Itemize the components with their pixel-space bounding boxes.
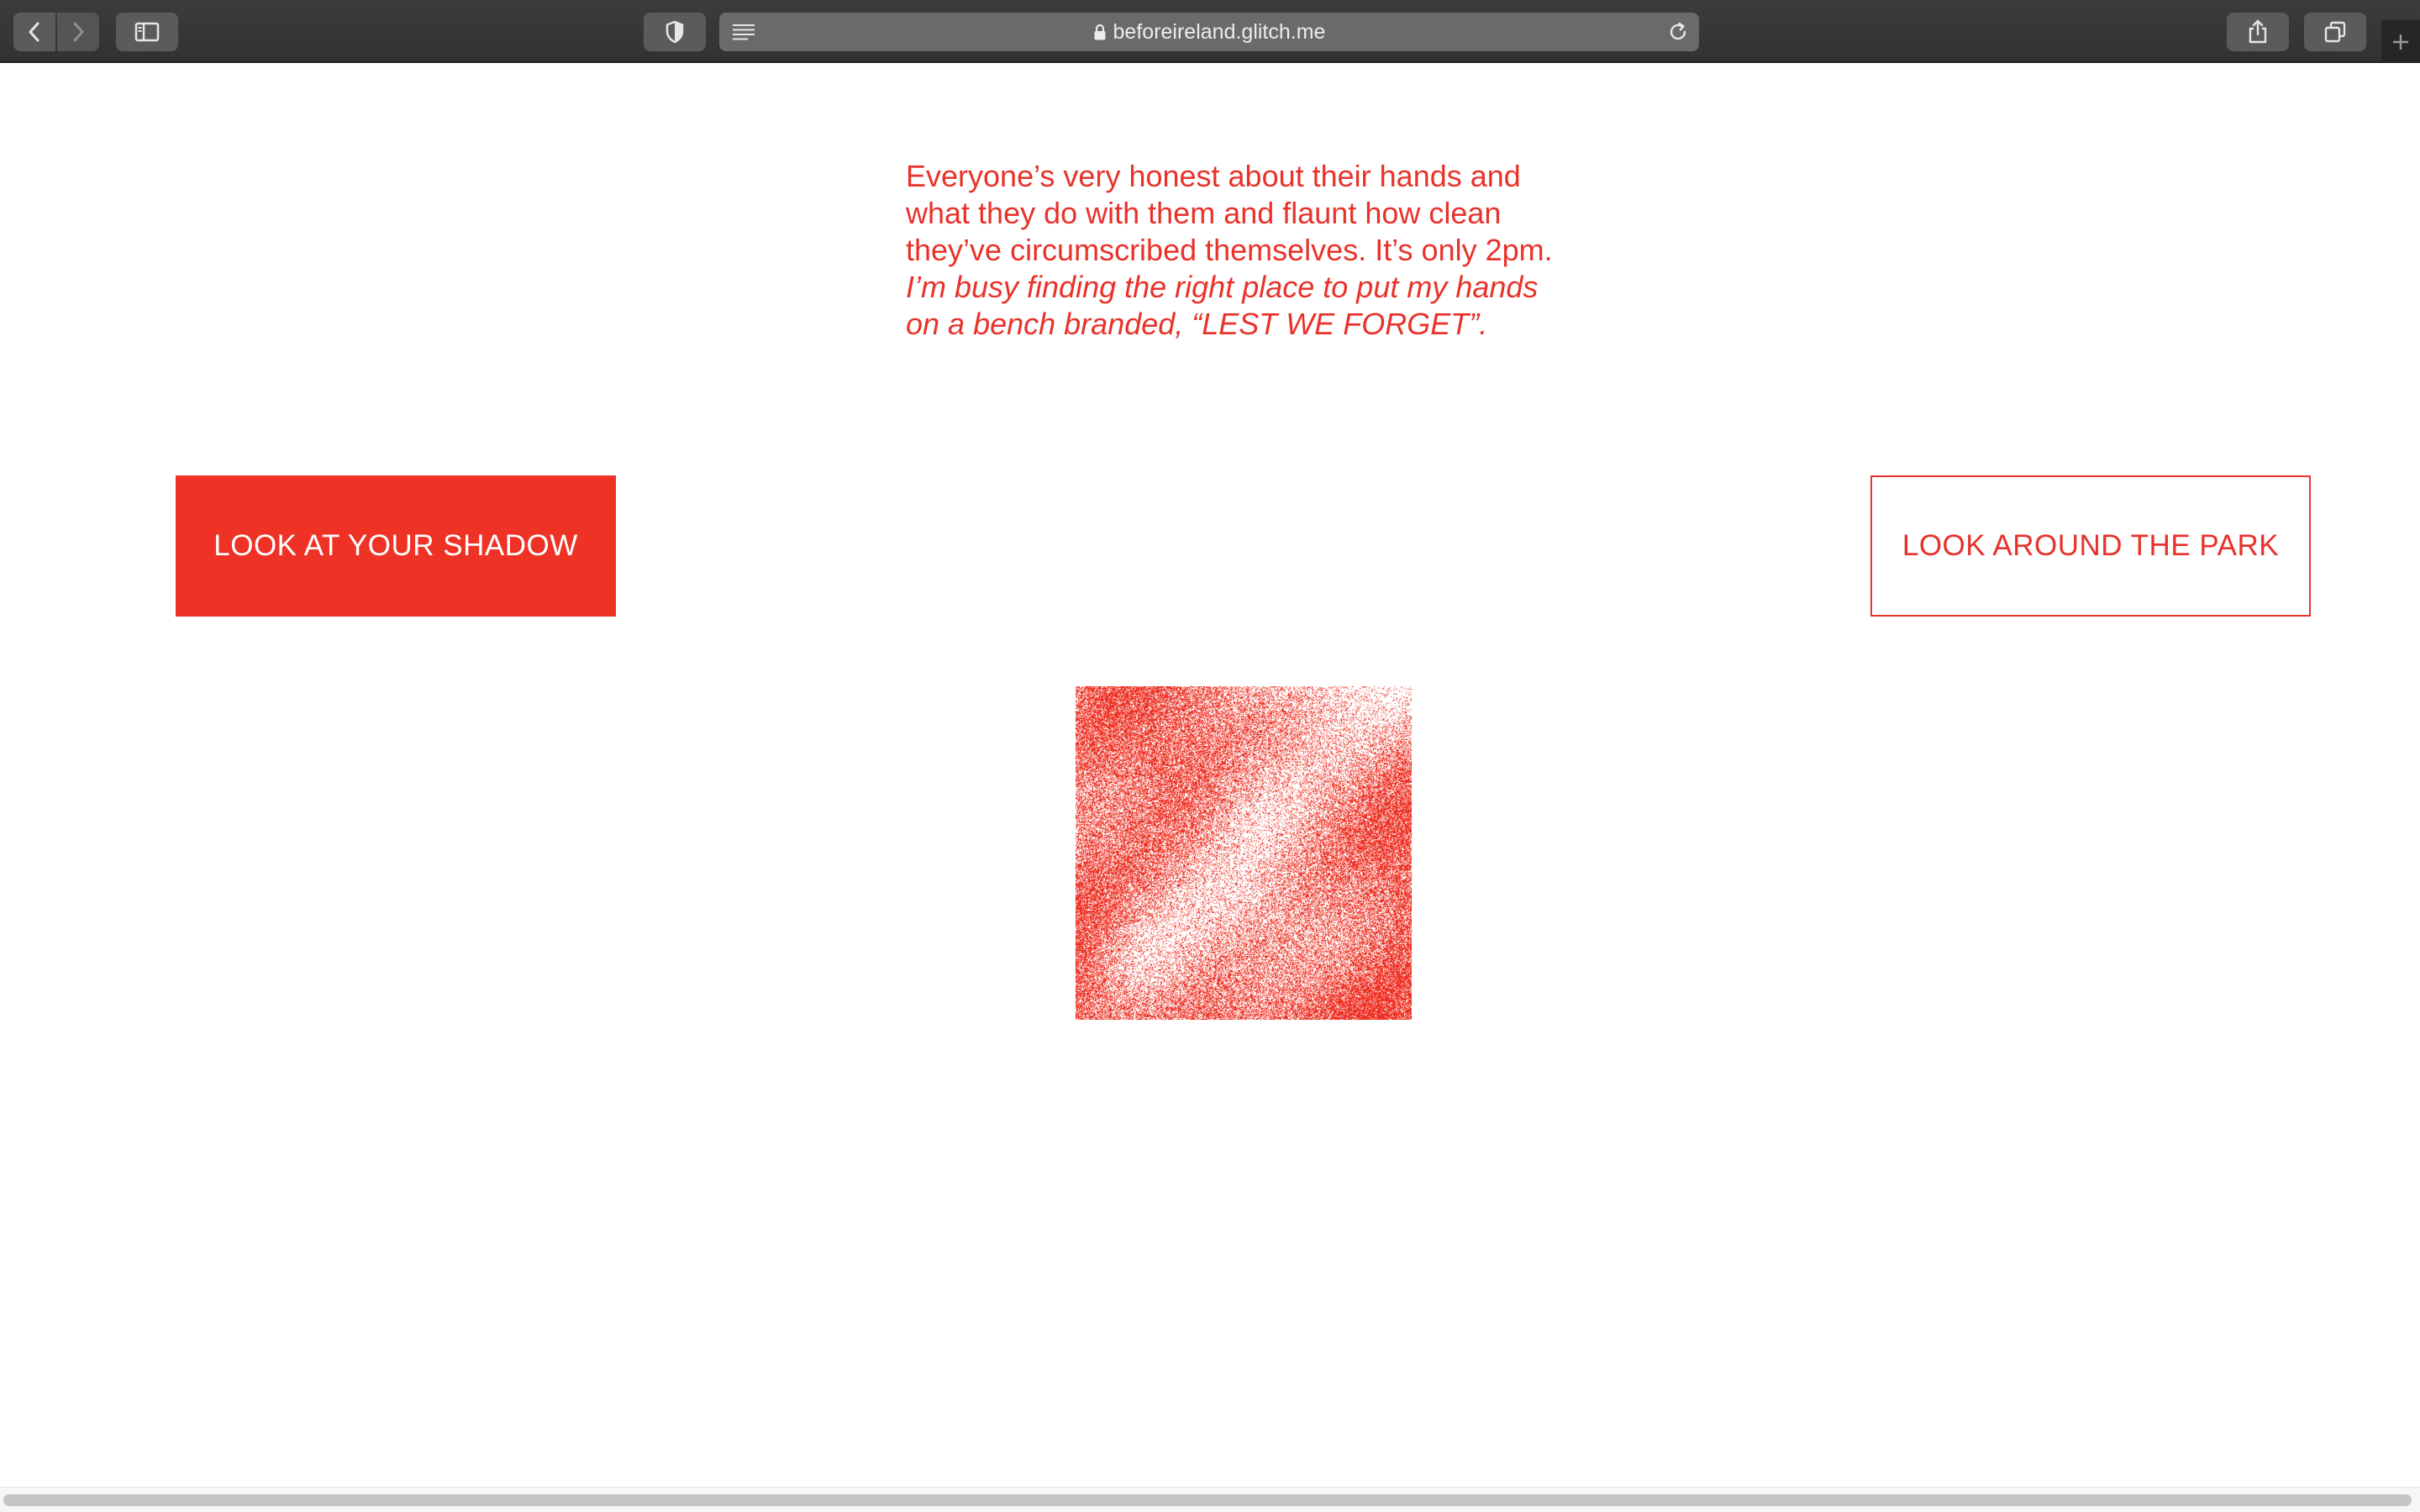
url-display: beforeireland.glitch.me: [719, 13, 1699, 51]
tab-overview-button[interactable]: [2304, 13, 2366, 51]
look-at-your-shadow-button[interactable]: LOOK AT YOUR SHADOW: [176, 475, 616, 617]
poem-line-italic: on a bench branded, “LEST WE FORGET”.: [906, 307, 1488, 341]
tabs-overview-icon: [2324, 21, 2346, 43]
navigation-buttons: [13, 13, 99, 51]
sidebar-button[interactable]: [116, 13, 178, 51]
poem-line: they’ve circumscribed themselves. It’s o…: [906, 233, 1553, 267]
horizontal-scrollbar[interactable]: [0, 1487, 2420, 1512]
reload-icon[interactable]: [1667, 21, 1689, 43]
url-text: beforeireland.glitch.me: [1113, 19, 1326, 44]
share-button[interactable]: [2227, 13, 2289, 51]
share-icon: [2249, 19, 2267, 44]
poem-line: what they do with them and flaunt how cl…: [906, 196, 1502, 230]
privacy-report-button[interactable]: [644, 13, 706, 51]
dithered-shadow-image: [1076, 686, 1412, 1020]
shield-icon: [666, 20, 684, 44]
plus-icon: [2393, 34, 2408, 50]
browser-toolbar: beforeireland.glitch.me: [0, 0, 2420, 63]
chevron-right-icon: [73, 22, 84, 42]
new-tab-button[interactable]: [2381, 20, 2420, 63]
sidebar-icon: [134, 22, 160, 42]
chevron-left-icon: [29, 22, 39, 42]
poem-line: Everyone’s very honest about their hands…: [906, 159, 1521, 193]
lock-icon: [1094, 24, 1106, 39]
address-bar[interactable]: beforeireland.glitch.me: [719, 13, 1699, 51]
scrollbar-thumb[interactable]: [3, 1494, 2412, 1506]
poem-line-italic: I’m busy finding the right place to put …: [906, 270, 1539, 304]
poem-text: Everyone’s very honest about their hands…: [906, 158, 1595, 343]
look-around-the-park-button[interactable]: LOOK AROUND THE PARK: [1870, 475, 2311, 617]
back-button[interactable]: [13, 13, 55, 51]
forward-button[interactable]: [57, 13, 99, 51]
